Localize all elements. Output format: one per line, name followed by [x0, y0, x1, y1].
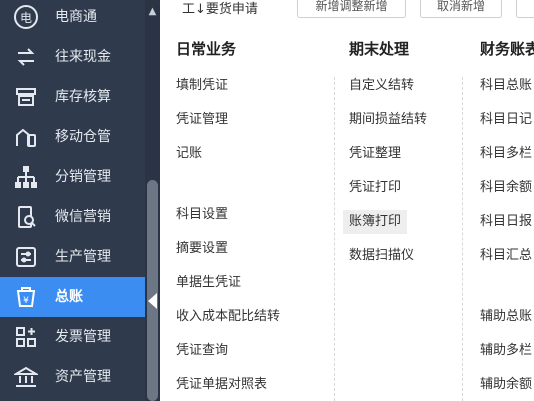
sidebar-item-invoice[interactable]: 发票管理 — [0, 317, 145, 357]
scroll-up-arrow-icon[interactable]: ▲ — [145, 4, 160, 20]
sidebar-item-label: 发票管理 — [55, 329, 111, 345]
column-heading-reports: 财务账表 — [480, 40, 534, 58]
menu-item-account-journal[interactable]: 科目日记 — [480, 110, 532, 130]
transfer-icon — [12, 43, 40, 71]
menu-item-account-daily-report[interactable]: 科目日报 — [480, 212, 532, 232]
sidebar-item-distribution[interactable]: 分销管理 — [0, 157, 145, 197]
column-heading-period-end: 期末处理 — [349, 40, 410, 58]
sidebar-item-ledger[interactable]: ¥ 总账 — [0, 277, 145, 317]
menu-item-voucher-doc-reference[interactable]: 凭证单据对照表 — [176, 375, 267, 395]
menu-item-fill-voucher[interactable]: 填制凭证 — [176, 76, 228, 96]
menu-item-period-pl-transfer[interactable]: 期间损益结转 — [349, 110, 427, 130]
menu-item-data-scanner[interactable]: 数据扫描仪 — [349, 246, 414, 266]
sidebar-item-label: 资产管理 — [55, 369, 111, 385]
menu-item-aux-general-ledger[interactable]: 辅助总账 — [480, 307, 532, 327]
sidebar-item-label: 分销管理 — [55, 169, 111, 185]
sidebar: 电 电商通 往来现金 库存核算 移动仓管 分销管理 微信营销 生产管理 ¥ 总账… — [0, 0, 160, 401]
ledger-flyout-menu: 日常业务 期末处理 财务账表 填制凭证 凭证管理 记账 科目设置 摘要设置 单据… — [160, 32, 534, 401]
top-toolbar: 工↓要货申请 新增调整新增 取消新增 — [160, 0, 534, 33]
wechat-icon — [12, 203, 40, 231]
menu-item-aux-multicolumn[interactable]: 辅助多栏 — [480, 341, 532, 361]
toolbar-title: 工↓要货申请 — [182, 2, 258, 17]
menu-item-account-settings[interactable]: 科目设置 — [176, 205, 228, 225]
column-divider — [334, 77, 335, 401]
menu-item-account-general-ledger[interactable]: 科目总账 — [480, 76, 532, 96]
sidebar-item-label: 生产管理 — [55, 249, 111, 265]
menu-item-account-balance[interactable]: 科目余额 — [480, 178, 532, 198]
menu-item-post[interactable]: 记账 — [176, 144, 202, 164]
svg-text:¥: ¥ — [23, 296, 29, 306]
sidebar-item-label: 电商通 — [55, 9, 97, 25]
ecommerce-icon: 电 — [12, 3, 40, 31]
menu-item-account-multicolumn[interactable]: 科目多栏 — [480, 144, 532, 164]
menu-item-doc-to-voucher[interactable]: 单据生凭证 — [176, 273, 241, 293]
sidebar-item-label: 库存核算 — [55, 89, 111, 105]
sidebar-item-label: 移动仓管 — [55, 129, 111, 145]
asset-icon — [12, 363, 40, 391]
sidebar-item-cash[interactable]: 往来现金 — [0, 37, 145, 77]
menu-item-voucher-query[interactable]: 凭证查询 — [176, 341, 228, 361]
sidebar-item-ecommerce[interactable]: 电 电商通 — [0, 0, 145, 37]
sidebar-item-label: 微信营销 — [55, 209, 111, 225]
sidebar-item-wechat[interactable]: 微信营销 — [0, 197, 145, 237]
toolbar-button-cancel[interactable]: 取消新增 — [420, 0, 502, 18]
menu-item-account-summary[interactable]: 科目汇总 — [480, 246, 532, 266]
toolbar-button-add[interactable]: 新增调整新增 — [297, 0, 406, 18]
menu-item-custom-transfer[interactable]: 自定义结转 — [349, 76, 414, 96]
sidebar-item-label: 往来现金 — [55, 49, 111, 65]
menu-item-ledger-print[interactable]: 账簿打印 — [343, 210, 408, 234]
toolbar-button-more[interactable] — [516, 0, 534, 18]
menu-item-voucher-management[interactable]: 凭证管理 — [176, 110, 228, 130]
sidebar-item-inventory[interactable]: 库存核算 — [0, 77, 145, 117]
svg-text:电: 电 — [20, 11, 32, 25]
menu-item-summary-settings[interactable]: 摘要设置 — [176, 239, 228, 259]
column-heading-daily: 日常业务 — [176, 40, 237, 58]
sidebar-item-asset[interactable]: 资产管理 — [0, 357, 145, 397]
mobile-warehouse-icon — [12, 123, 40, 151]
production-icon — [12, 243, 40, 271]
ledger-icon: ¥ — [12, 283, 40, 311]
sidebar-item-production[interactable]: 生产管理 — [0, 237, 145, 277]
sidebar-item-mobile-warehouse[interactable]: 移动仓管 — [0, 117, 145, 157]
menu-item-voucher-sort[interactable]: 凭证整理 — [349, 144, 401, 164]
menu-item-voucher-print[interactable]: 凭证打印 — [349, 178, 401, 198]
inventory-icon — [12, 83, 40, 111]
menu-item-income-cost-transfer[interactable]: 收入成本配比结转 — [176, 307, 280, 327]
distribution-icon — [12, 163, 40, 191]
menu-item-aux-balance[interactable]: 辅助余额 — [480, 375, 532, 395]
menu-pointer-caret — [148, 293, 157, 309]
sidebar-item-label: 总账 — [55, 289, 83, 305]
invoice-icon — [12, 323, 40, 351]
scrollbar-thumb[interactable] — [147, 180, 158, 401]
column-divider — [462, 77, 463, 401]
